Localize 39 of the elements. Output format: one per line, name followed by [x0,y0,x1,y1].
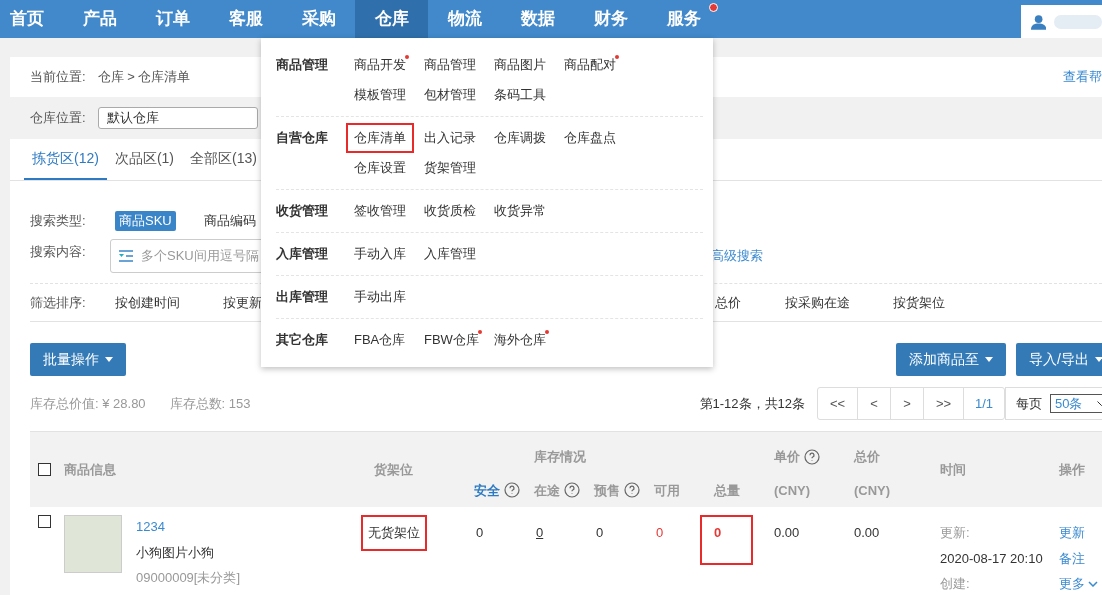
column-unit: (CNY) [854,481,891,500]
breadcrumb-label: 当前位置: [30,68,86,87]
column-unit: (CNY) [774,481,811,500]
table-cell-text: 0 [595,524,605,542]
column-header: 单价 [774,448,800,466]
column-header: 总价 [854,448,880,466]
table-cell: 无货架位 [361,515,427,551]
location-label: 仓库位置: [30,109,86,128]
menu-group-label: 收货管理 [276,202,329,220]
per-page-label: 每页 [1016,394,1042,413]
column-group-header: 库存情况 [534,448,586,466]
menu-group-label: 其它仓库 [276,331,329,349]
column-header: 商品信息 [64,460,116,479]
menu-group-label: 自营仓库 [276,129,329,147]
time-label: 创建: [940,575,971,593]
stock-stat: 库存总价值: ¥ 28.80 [30,394,146,413]
menu-group-label: 商品管理 [276,56,329,74]
table-cell-text: 0 [475,524,485,542]
time-value: 2020-08-17 20:10 [940,549,1044,568]
column-header: 货架位 [374,460,413,479]
product-name: 小狗图片小狗 [136,543,215,562]
stock-stat: 库存总数: 153 [169,394,251,413]
table-cell-text: 0 [655,524,665,542]
table-cell: 0.00 [854,525,880,540]
product-code: 09000009[未分类] [136,569,241,587]
breadcrumb-path: 仓库 > 仓库清单 [97,68,191,87]
menu-group-label: 出库管理 [276,288,329,306]
search-type-label: 搜索类型: [30,212,87,231]
page-summary: 第1-12条，共12条 [699,394,805,413]
time-label: 更新: [940,524,971,542]
search-placeholder: 多个SKU间用逗号隔 [141,247,259,266]
menu-group-label: 入库管理 [276,245,329,263]
table-cell: 0.00 [774,525,800,540]
page-indicator: 1/1 [973,394,995,413]
column-header: 操作 [1059,460,1085,479]
table-cell: 0 [700,515,754,565]
search-content-label: 搜索内容: [30,243,87,261]
sort-label: 筛选排序: [30,293,87,312]
column-header: 时间 [940,460,966,479]
